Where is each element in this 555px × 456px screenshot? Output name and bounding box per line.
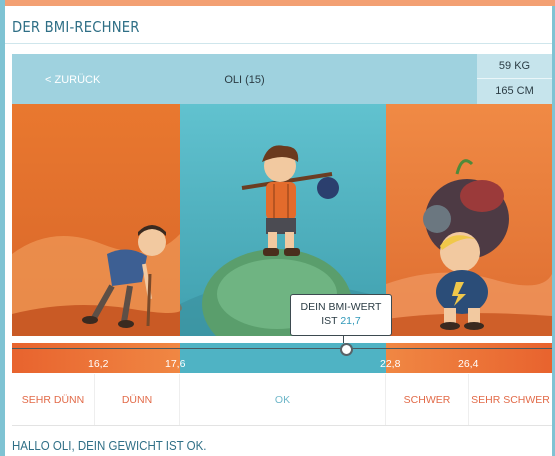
bmi-illustration: [12, 104, 552, 336]
bmi-slider-handle[interactable]: [340, 343, 353, 356]
bmi-category-row: SEHR DÜNN DÜNN OK SCHWER SEHR SCHWER: [12, 374, 552, 426]
threshold-label: 26,4: [458, 358, 479, 370]
bmi-result-bubble: DEIN BMI-WERT IST 21,7: [290, 294, 392, 336]
page-title: DER BMI-RECHNER: [12, 18, 140, 36]
bmi-calculator-panel: DER BMI-RECHNER < ZURÜCK OLI (15) 59 KG …: [5, 6, 552, 456]
height-value: 165 CM: [495, 85, 534, 97]
bubble-pointer: [343, 335, 344, 343]
weight-value: 59 KG: [477, 54, 552, 79]
category-thin[interactable]: DÜNN: [95, 374, 180, 425]
category-heavy[interactable]: SCHWER: [386, 374, 469, 425]
illustration-svg: [12, 104, 552, 336]
stats-box: 59 KG 165 CM: [477, 54, 552, 104]
title-bar: DER BMI-RECHNER: [5, 6, 552, 44]
threshold-label: 16,2: [88, 358, 109, 370]
bmi-result-value: 21,7: [340, 315, 361, 327]
user-name-label: OLI (15): [224, 74, 265, 86]
threshold-label: 22,8: [380, 358, 401, 370]
bmi-result-prefix: IST: [321, 315, 338, 327]
result-message: HALLO OLI, DEIN GEWICHT IST OK.: [12, 439, 207, 453]
threshold-label: 17,6: [165, 358, 186, 370]
category-very-heavy[interactable]: SEHR SCHWER: [469, 374, 552, 425]
bmi-result-label: DEIN BMI-WERT: [300, 301, 382, 313]
bmi-result-line2: IST 21,7: [291, 314, 391, 328]
nav-bar: < ZURÜCK OLI (15) 59 KG 165 CM: [12, 54, 552, 104]
category-very-thin[interactable]: SEHR DÜNN: [12, 374, 95, 425]
category-ok[interactable]: OK: [180, 374, 386, 425]
